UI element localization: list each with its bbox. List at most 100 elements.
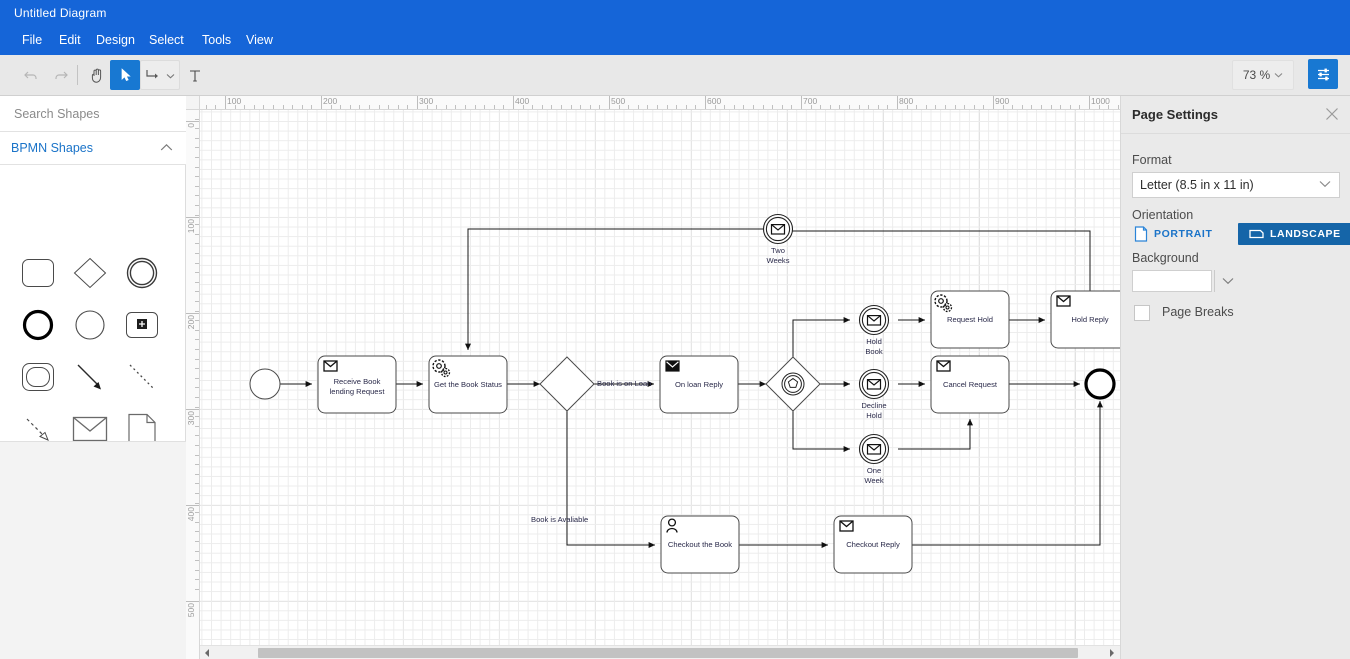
palette-shape-start-event-circle[interactable]	[64, 299, 116, 351]
node-cancel-request[interactable]: Cancel Request	[930, 355, 1010, 414]
triangle-left-icon[interactable]	[203, 648, 211, 658]
page-breaks-checkbox[interactable]	[1134, 305, 1150, 321]
menu-view[interactable]: View	[240, 26, 279, 55]
ruler-label: 800	[899, 96, 914, 106]
chevron-down-icon[interactable]	[166, 73, 175, 79]
search-shapes-box[interactable]	[0, 96, 186, 132]
vertical-ruler[interactable]: -100100200300400500600700	[186, 110, 200, 659]
ruler-tick-minor	[195, 291, 199, 293]
close-x-icon[interactable]	[1325, 107, 1339, 121]
node-event-based-gateway[interactable]	[765, 356, 821, 412]
palette-shape-sequence-flow-arrow[interactable]	[64, 351, 116, 403]
ruler-tick-minor	[906, 105, 908, 109]
node-start-event[interactable]	[249, 368, 281, 400]
ruler-tick-minor	[195, 233, 199, 235]
bpmn-diagram[interactable]: Receive Book lending Request Get the Boo…	[200, 110, 1120, 645]
menu-edit[interactable]: Edit	[53, 26, 87, 55]
page-settings-toggle-button[interactable]	[1308, 59, 1338, 89]
palette-shape-gateway-diamond[interactable]	[64, 247, 116, 299]
page-settings-panel: Page Settings Format Letter (8.5 in x 11…	[1120, 96, 1350, 659]
node-receive-book-lending-request[interactable]: Receive Book lending Request	[317, 355, 397, 414]
ruler-tick-minor	[1060, 105, 1062, 109]
menu-file[interactable]: File	[16, 26, 48, 55]
chevron-up-icon[interactable]	[160, 143, 173, 152]
ruler-tick-minor	[532, 105, 534, 109]
ruler-tick-minor	[195, 502, 199, 504]
node-get-the-book-status[interactable]: Get the Book Status	[428, 355, 508, 414]
node-label: Hold Reply	[1071, 315, 1108, 324]
ruler-tick-minor	[733, 105, 735, 109]
connector-tool-group[interactable]	[140, 60, 180, 90]
document-title[interactable]: Untitled Diagram	[14, 6, 107, 20]
search-shapes-input[interactable]	[0, 96, 186, 131]
node-decline-hold-event[interactable]: Decline Hold	[858, 368, 890, 421]
redo-button[interactable]	[46, 60, 76, 90]
node-end-event[interactable]	[1084, 368, 1116, 400]
zoom-level-control[interactable]: 73 %	[1232, 60, 1294, 90]
node-two-weeks-event[interactable]: Two Weeks	[762, 213, 794, 266]
text-tool-button[interactable]	[180, 60, 210, 90]
horizontal-scrollbar[interactable]	[200, 645, 1120, 659]
node-label: Hold	[866, 337, 882, 346]
orientation-portrait-button[interactable]: PORTRAIT	[1134, 223, 1212, 245]
envelope-icon	[839, 520, 854, 532]
palette-shape-intermediate-event-double-circle[interactable]	[116, 247, 168, 299]
scrollbar-thumb[interactable]	[258, 648, 1078, 658]
ruler-corner	[186, 96, 200, 110]
background-dropdown-button[interactable]	[1214, 270, 1240, 292]
palette-shape-subprocess-collapsed[interactable]	[116, 299, 168, 351]
select-tool-button[interactable]	[110, 60, 140, 90]
bpmn-shapes-category-header[interactable]: BPMN Shapes	[0, 132, 186, 165]
node-label: Hold	[866, 411, 882, 420]
menu-select[interactable]: Select	[143, 26, 190, 55]
ruler-tick-minor	[724, 105, 726, 109]
ruler-tick-minor	[195, 349, 199, 350]
canvas-area[interactable]: Receive Book lending Request Get the Boo…	[186, 96, 1120, 659]
node-checkout-reply[interactable]: Checkout Reply	[833, 515, 913, 574]
ruler-tick-minor	[743, 105, 745, 109]
palette-shape-end-event-thick-circle[interactable]	[12, 299, 64, 351]
horizontal-ruler[interactable]: 1002003004005006007008009001000110012001…	[200, 96, 1120, 110]
node-exclusive-gateway[interactable]	[539, 356, 595, 412]
menu-tools[interactable]: Tools	[196, 26, 237, 55]
node-on-loan-reply[interactable]: On loan Reply	[659, 355, 739, 414]
node-one-week-event[interactable]: One Week	[858, 433, 890, 486]
node-hold-reply[interactable]: Hold Reply	[1050, 290, 1120, 349]
ruler-tick-minor	[301, 105, 303, 109]
menu-design[interactable]: Design	[90, 26, 141, 55]
ruler-tick-major	[186, 409, 199, 410]
ruler-tick-minor	[657, 105, 658, 109]
undo-arrow-icon	[24, 71, 37, 79]
ruler-label: 500	[186, 603, 196, 618]
pan-tool-button[interactable]	[82, 60, 112, 90]
format-select[interactable]: Letter (8.5 in x 11 in)	[1132, 172, 1340, 198]
ruler-tick-minor	[628, 105, 630, 109]
triangle-right-icon[interactable]	[1108, 648, 1116, 658]
ruler-tick-minor	[436, 105, 438, 109]
node-request-hold[interactable]: Request Hold	[930, 290, 1010, 349]
envelope-icon	[936, 360, 951, 372]
node-hold-book-event[interactable]: Hold Book	[858, 304, 890, 357]
edge-label-book-is-available: Book is Avaliable	[531, 515, 588, 524]
ruler-tick-minor	[340, 105, 342, 109]
node-label: Week	[864, 476, 883, 485]
undo-button[interactable]	[16, 60, 46, 90]
node-checkout-the-book[interactable]: Checkout the Book	[660, 515, 740, 574]
palette-shape-association-dotted-line[interactable]	[116, 351, 168, 403]
ruler-tick-minor	[195, 262, 199, 264]
connector-line-icon	[146, 70, 158, 79]
ruler-tick-minor	[378, 105, 380, 109]
ruler-tick-minor	[810, 105, 812, 109]
ruler-label: 300	[419, 96, 434, 106]
ruler-tick-minor	[791, 105, 793, 109]
background-color-swatch[interactable]	[1132, 270, 1212, 292]
ruler-tick-minor	[195, 387, 199, 389]
ruler-tick-minor	[503, 105, 505, 109]
palette-shape-task-rounded-rect[interactable]	[12, 247, 64, 299]
ruler-tick-minor	[195, 137, 199, 139]
orientation-landscape-button[interactable]: LANDSCAPE	[1238, 223, 1350, 245]
ruler-tick-minor	[426, 105, 428, 109]
palette-shape-call-activity-rounded[interactable]	[12, 351, 64, 403]
chevron-down-icon	[1319, 181, 1331, 188]
page-portrait-icon	[1134, 226, 1148, 242]
